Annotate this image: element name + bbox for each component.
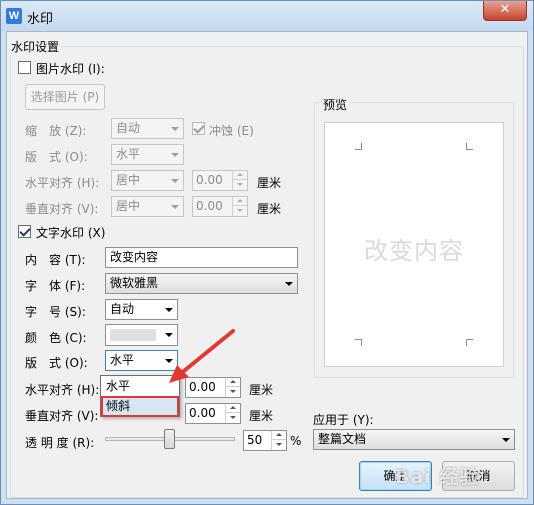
text-halign-label: 水平对齐 (H): [25, 383, 100, 397]
annotation-arrow-icon [169, 329, 235, 383]
spin-down-icon[interactable] [226, 413, 240, 422]
transparency-unit: % [290, 434, 302, 448]
scale-select[interactable]: 自动 [111, 118, 184, 139]
picture-halign-select[interactable]: 居中 [111, 170, 184, 191]
picture-watermark-label: 图片水印 (I): [36, 62, 105, 76]
preview-frame: 改变内容 [314, 102, 514, 378]
picture-valign-offset[interactable]: 0.00 [192, 196, 248, 217]
window-title: 水印 [27, 12, 54, 27]
picture-layout-value: 水平 [116, 147, 141, 161]
spin-down-icon[interactable] [226, 387, 240, 396]
picture-halign-unit: 厘米 [257, 176, 282, 190]
picture-halign-label: 水平对齐 (H): [25, 176, 100, 190]
font-select[interactable]: 微软雅黑 [105, 273, 298, 294]
chevron-down-icon [166, 197, 183, 216]
group-title: 水印设置 [9, 38, 62, 55]
dropdown-item-tilted[interactable]: 倾斜 [101, 396, 179, 417]
preview-label: 预览 [321, 96, 350, 113]
size-select[interactable]: 自动 [105, 299, 178, 320]
size-value: 自动 [110, 302, 135, 316]
text-layout-label: 版 式 (O): [25, 356, 88, 370]
corner-mark [466, 143, 473, 150]
apply-to-value: 整篇文档 [318, 432, 367, 446]
transparency-label: 透 明 度 (R): [25, 436, 95, 450]
scale-value: 自动 [116, 121, 141, 135]
spin-up-icon[interactable] [272, 431, 286, 440]
close-button[interactable]: ✕ [483, 1, 527, 21]
picture-layout-select[interactable]: 水平 [111, 144, 184, 165]
text-halign-unit: 厘米 [249, 383, 274, 397]
apply-to-label: 应用于 (Y): [313, 413, 374, 427]
dialog-client-area: 水印设置 图片水印 (I): 选择图片 (P) 缩 放 (Z): 自动 冲蚀 (… [6, 31, 528, 499]
size-label: 字 号 (S): [25, 305, 86, 319]
corner-mark [355, 339, 362, 346]
transparency-value: 50 [247, 433, 263, 447]
color-label: 颜 色 (C): [25, 331, 87, 345]
preview-page: 改变内容 [324, 122, 504, 367]
picture-valign-offset-value: 0.00 [196, 199, 223, 213]
text-valign-offset[interactable]: 0.00 [185, 403, 241, 424]
content-label: 内 容 (T): [25, 253, 86, 267]
content-input[interactable]: 改变内容 [105, 247, 298, 268]
font-label: 字 体 (F): [25, 279, 86, 293]
picture-layout-label: 版 式 (O): [25, 150, 88, 164]
chevron-down-icon [166, 145, 183, 164]
title-bar[interactable]: W 水印 ✕ [1, 1, 533, 31]
transparency-slider-thumb[interactable] [164, 429, 175, 449]
apply-to-select[interactable]: 整篇文档 [313, 429, 515, 450]
chevron-down-icon [166, 119, 183, 138]
picture-valign-unit: 厘米 [257, 202, 282, 216]
watermark-dialog: W 水印 ✕ 水印设置 图片水印 (I): 选择图片 (P) 缩 放 (Z): … [0, 0, 534, 505]
spin-up-icon[interactable] [233, 171, 247, 180]
preview-watermark-text: 改变内容 [364, 237, 464, 265]
chevron-down-icon [497, 430, 514, 449]
text-watermark-label: 文字水印 (X) [36, 226, 106, 240]
picture-valign-label: 垂直对齐 (V): [25, 202, 99, 216]
spin-up-icon[interactable] [233, 197, 247, 206]
chevron-down-icon [280, 274, 297, 293]
spin-down-icon[interactable] [233, 206, 247, 215]
transparency-spin[interactable]: 50 [243, 430, 287, 451]
font-value: 微软雅黑 [110, 276, 159, 290]
color-swatch [110, 329, 156, 341]
spin-down-icon[interactable] [233, 180, 247, 189]
chevron-down-icon [160, 300, 177, 319]
text-watermark-checkbox[interactable] [18, 225, 31, 238]
select-picture-button[interactable]: 选择图片 (P) [25, 84, 105, 110]
picture-valign-value: 居中 [116, 199, 141, 213]
picture-watermark-checkbox[interactable] [18, 61, 31, 74]
text-layout-value: 水平 [110, 353, 135, 367]
text-valign-offset-value: 0.00 [189, 406, 216, 420]
spin-up-icon[interactable] [226, 404, 240, 413]
corner-mark [466, 339, 473, 346]
picture-halign-offset[interactable]: 0.00 [192, 170, 248, 191]
washout-checkbox[interactable] [192, 122, 205, 135]
washout-label: 冲蚀 (E) [209, 124, 254, 138]
scale-label: 缩 放 (Z): [25, 124, 87, 138]
baidu-watermark-logo: Bai 经验 [395, 466, 480, 488]
corner-mark [355, 143, 362, 150]
picture-valign-select[interactable]: 居中 [111, 196, 184, 217]
picture-halign-offset-value: 0.00 [196, 173, 223, 187]
wps-app-icon: W [6, 8, 22, 24]
picture-halign-value: 居中 [116, 173, 141, 187]
text-valign-unit: 厘米 [249, 409, 274, 423]
spin-down-icon[interactable] [272, 440, 286, 449]
chevron-down-icon [166, 171, 183, 190]
text-valign-label: 垂直对齐 (V): [25, 409, 99, 423]
